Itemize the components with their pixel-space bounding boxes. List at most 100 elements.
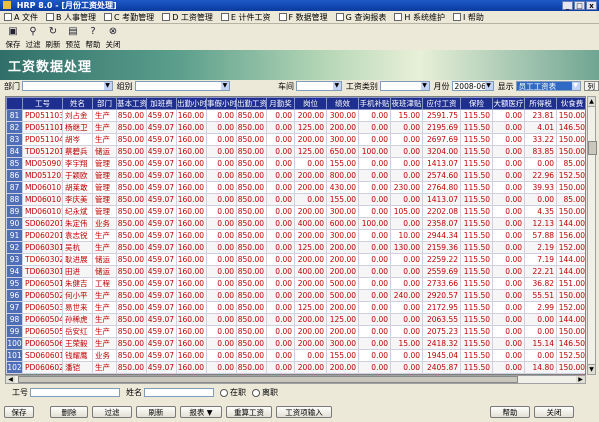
table-cell[interactable]: 2358.07 [422,217,461,230]
table-cell[interactable]: 王荣毅 [62,337,93,350]
table-row[interactable]: 95 PD060501 朱健吉 工程 850.00 459.07 160.00 0.00 850… [6,277,585,290]
table-cell[interactable]: 0.00 [266,121,295,134]
table-cell[interactable]: 240.00 [390,289,423,302]
table-cell[interactable]: 0.00 [492,157,525,170]
table-cell[interactable]: 144.00 [556,265,585,278]
toolbar-save-button[interactable]: ▣ 保存 [4,26,22,50]
table-row[interactable]: 89 MD060102 纪永斌 管理 850.00 459.07 160.00 0.00 850… [6,205,585,218]
table-cell[interactable]: 2063.55 [422,313,461,326]
table-cell[interactable]: 0.00 [206,289,237,302]
table-cell[interactable]: 2075.23 [422,325,461,338]
table-cell[interactable]: 0.00 [358,289,391,302]
table-cell[interactable]: 0.00 [390,193,423,206]
table-cell[interactable]: 0.00 [294,193,327,206]
close-window-button[interactable]: x [586,1,597,10]
table-cell[interactable]: PD051104 [22,133,63,146]
table-cell[interactable]: 0.00 [266,265,295,278]
table-cell[interactable]: PD060502 [22,289,63,302]
table-cell[interactable]: 150.00 [556,145,585,158]
table-cell[interactable]: 160.00 [176,145,207,158]
table-cell[interactable]: 管理 [92,157,117,170]
table-cell[interactable]: 0.00 [492,133,525,146]
table-cell[interactable]: 0.00 [390,217,423,230]
scroll-left-icon[interactable]: ◀ [6,376,15,383]
table-cell[interactable]: 459.07 [146,133,177,146]
table-cell[interactable]: 850.00 [116,337,147,350]
employee-id-input[interactable] [30,388,120,397]
table-cell[interactable]: 2559.69 [422,265,461,278]
table-row[interactable]: 101 SD060601 钱耀鹰 业务 850.00 459.07 160.00 0.00 85… [6,349,585,362]
table-cell[interactable]: MD060101 [22,181,63,194]
table-cell[interactable]: 耿进展 [62,253,93,266]
table-cell[interactable]: 岳安红 [62,325,93,338]
table-cell[interactable]: 115.50 [460,241,493,254]
table-cell[interactable]: 0.00 [390,133,423,146]
column-header[interactable]: 部门 [92,97,117,110]
table-cell[interactable]: 160.00 [176,265,207,278]
table-cell[interactable]: 0.00 [266,253,295,266]
table-row[interactable]: 90 SD060201 朱定伟 业务 850.00 459.07 160.00 0.00 850… [6,217,585,230]
scroll-up-icon[interactable]: ▲ [588,97,595,107]
table-cell[interactable]: PD060501 [22,277,63,290]
table-cell[interactable]: 0.00 [524,193,557,206]
table-cell[interactable]: 125.00 [294,241,327,254]
table-cell[interactable]: 850.00 [236,157,267,170]
table-cell[interactable]: 459.07 [146,109,177,122]
table-cell[interactable]: 易世来 [62,301,93,314]
table-cell[interactable]: 储运 [92,253,117,266]
row-number[interactable]: 88 [6,193,23,206]
column-header[interactable]: 基本工资 [116,97,147,110]
table-cell[interactable]: 800.00 [326,169,359,182]
table-cell[interactable]: 850.00 [236,229,267,242]
table-cell[interactable]: 160.00 [176,325,207,338]
table-cell[interactable]: 0.00 [206,325,237,338]
table-cell[interactable]: 850.00 [236,361,267,374]
table-cell[interactable]: 0.00 [266,349,295,362]
table-cell[interactable]: 李庆美 [62,193,93,206]
table-cell[interactable]: 850.00 [236,181,267,194]
month-select[interactable]: 2008-06 ▼ [451,81,494,91]
table-cell[interactable]: 55.51 [524,289,557,302]
table-cell[interactable]: 115.50 [460,157,493,170]
table-cell[interactable]: 152.50 [556,349,585,362]
table-cell[interactable]: 0.00 [492,325,525,338]
table-row[interactable]: 96 PD060502 何小平 生产 850.00 459.07 160.00 0.00 850… [6,289,585,302]
table-cell[interactable]: 85.00 [556,157,585,170]
table-cell[interactable]: 4.01 [524,121,557,134]
table-cell[interactable]: 0.00 [358,277,391,290]
table-cell[interactable]: 0.00 [206,241,237,254]
table-cell[interactable]: 2697.69 [422,133,461,146]
table-cell[interactable]: 2591.75 [422,109,461,122]
table-cell[interactable]: 850.00 [236,301,267,314]
table-cell[interactable]: 胡岑 [62,133,93,146]
table-cell[interactable]: 459.07 [146,361,177,374]
recalculate-button[interactable]: 重算工资 [226,406,272,418]
table-cell[interactable]: 0.00 [266,133,295,146]
table-cell[interactable]: 600.00 [326,217,359,230]
table-cell[interactable]: 459.07 [146,337,177,350]
table-cell[interactable]: 生产 [92,313,117,326]
table-cell[interactable]: 200.00 [326,325,359,338]
column-header[interactable]: 伙食费 [556,97,585,110]
table-cell[interactable]: 152.00 [556,241,585,254]
table-cell[interactable]: 生产 [92,133,117,146]
menu-payroll[interactable]: D 工资管理 [158,12,217,23]
table-cell[interactable]: 4.35 [524,205,557,218]
table-cell[interactable]: 2418.32 [422,337,461,350]
table-row[interactable]: 100 PD060506 王荣毅 生产 850.00 459.07 160.00 0.00 85… [6,337,585,350]
table-cell[interactable]: 160.00 [176,133,207,146]
table-cell[interactable]: 0.00 [492,121,525,134]
table-cell[interactable]: 115.50 [460,121,493,134]
row-number[interactable]: 87 [6,181,23,194]
table-cell[interactable]: 115.50 [460,193,493,206]
table-cell[interactable]: SD060201 [22,217,63,230]
table-cell[interactable]: 200.00 [294,181,327,194]
table-cell[interactable]: 0.00 [524,313,557,326]
table-cell[interactable]: 0.00 [358,325,391,338]
table-cell[interactable]: 0.00 [358,205,391,218]
table-cell[interactable]: 850.00 [116,229,147,242]
column-header[interactable]: 应付工资 [422,97,461,110]
table-cell[interactable]: PD060602 [22,361,63,374]
table-cell[interactable]: 朱定伟 [62,217,93,230]
table-cell[interactable]: 0.00 [358,337,391,350]
